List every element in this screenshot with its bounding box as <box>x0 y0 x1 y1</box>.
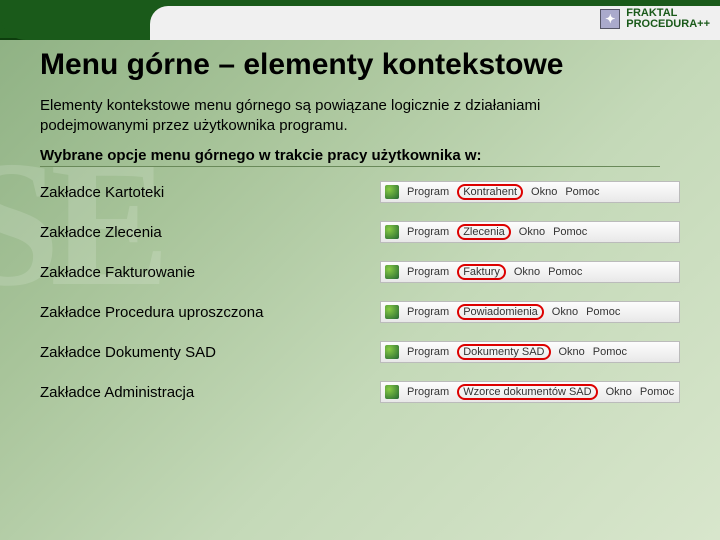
menubar-example: Program Kontrahent Okno Pomoc <box>380 181 680 203</box>
menu-item-pomoc[interactable]: Pomoc <box>640 386 674 398</box>
menubar-example: Program Wzorce dokumentów SAD Okno Pomoc <box>380 381 680 403</box>
example-row: Zakładce Fakturowanie Program Faktury Ok… <box>40 261 680 283</box>
menubar-example: Program Powiadomienia Okno Pomoc <box>380 301 680 323</box>
menu-item-pomoc[interactable]: Pomoc <box>593 346 627 358</box>
app-icon <box>385 385 399 399</box>
example-rows: Zakładce Kartoteki Program Kontrahent Ok… <box>40 181 690 403</box>
app-icon <box>385 345 399 359</box>
page-title: Menu górne – elementy kontekstowe <box>40 48 690 82</box>
menu-item-context[interactable]: Zlecenia <box>457 224 511 240</box>
brand-icon: ✦ <box>600 9 620 29</box>
example-row: Zakładce Dokumenty SAD Program Dokumenty… <box>40 341 680 363</box>
example-row: Zakładce Zlecenia Program Zlecenia Okno … <box>40 221 680 243</box>
menu-item-okno[interactable]: Okno <box>606 386 632 398</box>
row-label: Zakładce Zlecenia <box>40 224 162 241</box>
menubar-example: Program Faktury Okno Pomoc <box>380 261 680 283</box>
menu-item-context[interactable]: Faktury <box>457 264 506 280</box>
menu-item-program[interactable]: Program <box>407 346 449 358</box>
app-icon <box>385 185 399 199</box>
row-label: Zakładce Procedura uproszczona <box>40 304 263 321</box>
header-tab-curve <box>0 0 150 40</box>
menu-item-pomoc[interactable]: Pomoc <box>548 266 582 278</box>
app-icon <box>385 225 399 239</box>
intro-paragraph: Elementy kontekstowe menu górnego są pow… <box>40 96 600 135</box>
brand-badge: ✦ FRAKTAL PROCEDURA++ <box>600 8 710 30</box>
header-bar: ✦ FRAKTAL PROCEDURA++ <box>0 0 720 40</box>
menubar-example: Program Zlecenia Okno Pomoc <box>380 221 680 243</box>
menu-item-okno[interactable]: Okno <box>552 306 578 318</box>
slide-content: Menu górne – elementy kontekstowe Elemen… <box>40 48 690 403</box>
row-label: Zakładce Fakturowanie <box>40 264 195 281</box>
menu-item-context[interactable]: Dokumenty SAD <box>457 344 550 360</box>
menu-item-program[interactable]: Program <box>407 186 449 198</box>
menu-item-pomoc[interactable]: Pomoc <box>586 306 620 318</box>
app-icon <box>385 265 399 279</box>
menu-item-okno[interactable]: Okno <box>514 266 540 278</box>
menu-item-program[interactable]: Program <box>407 386 449 398</box>
menu-item-program[interactable]: Program <box>407 266 449 278</box>
menu-item-program[interactable]: Program <box>407 226 449 238</box>
menu-item-program[interactable]: Program <box>407 306 449 318</box>
example-row: Zakładce Kartoteki Program Kontrahent Ok… <box>40 181 680 203</box>
row-label: Zakładce Dokumenty SAD <box>40 344 216 361</box>
menu-item-pomoc[interactable]: Pomoc <box>553 226 587 238</box>
row-label: Zakładce Administracja <box>40 384 194 401</box>
menu-item-context[interactable]: Kontrahent <box>457 184 523 200</box>
row-label: Zakładce Kartoteki <box>40 184 164 201</box>
menu-item-okno[interactable]: Okno <box>531 186 557 198</box>
subheading: Wybrane opcje menu górnego w trakcie pra… <box>40 147 660 167</box>
menu-item-okno[interactable]: Okno <box>519 226 545 238</box>
menu-item-context[interactable]: Wzorce dokumentów SAD <box>457 384 597 400</box>
menubar-example: Program Dokumenty SAD Okno Pomoc <box>380 341 680 363</box>
menu-item-pomoc[interactable]: Pomoc <box>565 186 599 198</box>
example-row: Zakładce Administracja Program Wzorce do… <box>40 381 680 403</box>
app-icon <box>385 305 399 319</box>
brand-line2: PROCEDURA++ <box>626 19 710 30</box>
menu-item-context[interactable]: Powiadomienia <box>457 304 544 320</box>
example-row: Zakładce Procedura uproszczona Program P… <box>40 301 680 323</box>
menu-item-okno[interactable]: Okno <box>559 346 585 358</box>
